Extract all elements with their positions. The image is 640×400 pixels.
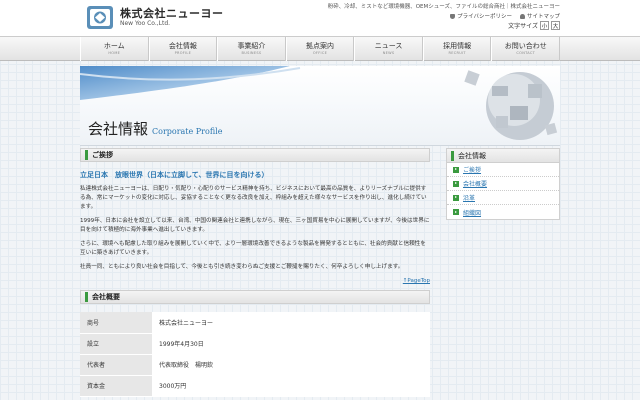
sidebar-item-overview[interactable]: 会社概要	[447, 177, 559, 191]
nav-label: 拠点案内	[306, 42, 335, 50]
row-key: 資本金	[80, 375, 152, 397]
section-bar-icon	[85, 150, 88, 160]
arrow-right-icon	[453, 166, 459, 173]
font-size-small-button[interactable]: 小	[540, 21, 549, 30]
sidebar-item-greeting[interactable]: ご挨拶	[447, 163, 559, 177]
greeting-paragraph: 社員一同、ともにより良い社会を目指して、今後とも引き続き変わらぬご支援とご鞭撻を…	[80, 264, 404, 270]
row-value: 1999年4月30日	[152, 333, 430, 355]
sidebar-item-label: 沿革	[463, 195, 476, 202]
nav-sublabel: BUSINESS	[241, 51, 262, 55]
section-bar-icon	[85, 292, 88, 302]
section-header-overview: 会社概要	[80, 290, 430, 304]
nav-sublabel: HOME	[108, 51, 121, 55]
arrow-right-icon	[453, 180, 459, 187]
shield-icon	[450, 13, 456, 19]
nav-label: ホーム	[103, 42, 125, 50]
greeting-paragraph: 1999年、日本に会社を設立して以来、台湾、中国の関連会社と連携しながら、現在、…	[80, 218, 430, 233]
sidebar-item-label: 会社概要	[463, 181, 488, 188]
section-title: ご挨拶	[92, 151, 113, 159]
sidebar: 会社情報 ご挨拶 会社概要 沿革 組織図	[446, 148, 560, 220]
nav-label: お問い合わせ	[504, 42, 547, 50]
section-title: 会社概要	[92, 293, 120, 301]
site-tagline: 粉砕、冷却、ミストなど環境機器、OEMシューズ、ファイルの総合商社｜株式会社ニュ…	[327, 4, 560, 10]
arrow-right-icon	[453, 209, 459, 215]
font-size-large-button[interactable]: 大	[551, 21, 560, 30]
sitemap-link[interactable]: サイトマップ	[519, 12, 560, 20]
site-header: 株式会社ニューヨー New Yoo Co.,Ltd. 粉砕、冷却、ミストなど環境…	[0, 0, 640, 36]
global-nav: ホーム HOME 会社情報 PROFILE 事業紹介 BUSINESS 拠点案内 OFF…	[0, 36, 640, 61]
greeting-paragraph: 私達株式会社ニューヨーは、日配り・気配り・心配りのサービス精神を持ち、ビジネスに…	[80, 186, 427, 210]
table-row: 資本金 3000万円	[80, 375, 430, 397]
nav-label: ニュース	[374, 42, 403, 50]
table-row: 設立 1999年4月30日	[80, 333, 430, 355]
greeting-paragraph: さらに、環境へも配慮した取り組みを展開していく中で、より一層環境改善できるような…	[80, 241, 426, 256]
privacy-label: プライバシーポリシー	[457, 14, 512, 20]
sidebar-item-label: 組織図	[463, 209, 482, 217]
logo-mark-icon	[87, 6, 113, 29]
page-subtitle: Corporate Profile	[152, 127, 223, 136]
page-title: 会社情報	[88, 120, 149, 138]
nav-label: 事業紹介	[237, 42, 266, 50]
nav-sublabel: NEWS	[382, 51, 395, 55]
section-header-greeting: ご挨拶	[80, 148, 430, 162]
sitemap-label: サイトマップ	[526, 14, 560, 20]
nav-item-recruit[interactable]: 採用情報 RECRUIT	[422, 37, 492, 61]
row-value: 代表取締役 楊明欽	[152, 354, 430, 376]
font-size-control: 文字サイズ 小 大	[508, 21, 560, 30]
sidebar-item-history[interactable]: 沿革	[447, 191, 559, 205]
privacy-link[interactable]: プライバシーポリシー	[450, 12, 512, 20]
section-bar-icon	[451, 150, 454, 161]
nav-item-contact[interactable]: お問い合わせ CONTACT	[491, 37, 561, 61]
sidebar-header: 会社情報	[447, 149, 559, 163]
table-row: 商号 株式会社ニューヨー	[80, 312, 430, 334]
nav-item-home[interactable]: ホーム HOME	[80, 37, 149, 61]
row-key: 設立	[80, 333, 152, 355]
company-name-en: New Yoo Co.,Ltd.	[120, 20, 171, 27]
puzzle-sphere-icon	[464, 70, 558, 140]
nav-item-profile[interactable]: 会社情報 PROFILE	[148, 37, 218, 61]
nav-item-office[interactable]: 拠点案内 OFFICE	[285, 37, 355, 61]
sitemap-icon	[519, 13, 525, 19]
page-banner: 会社情報 Corporate Profile	[80, 66, 560, 146]
row-key: 代表者	[80, 354, 152, 376]
nav-label: 採用情報	[443, 42, 472, 50]
nav-sublabel: PROFILE	[174, 51, 192, 55]
company-overview-table: 商号 株式会社ニューヨー 設立 1999年4月30日 代表者 代表取締役 楊明欽 資本…	[80, 312, 430, 397]
row-value: 株式会社ニューヨー	[152, 312, 430, 334]
sidebar-title: 会社情報	[458, 151, 486, 160]
row-value: 3000万円	[152, 375, 430, 397]
company-logo[interactable]: 株式会社ニューヨー New Yoo Co.,Ltd.	[86, 5, 224, 30]
main-content: ご挨拶 立足日本 放眼世界（日本に立脚して、世界に目を向ける） 私達株式会社ニュ…	[80, 148, 430, 397]
sidebar-item-org-chart[interactable]: 組織図	[447, 205, 559, 219]
pagetop-link[interactable]: ↑PageTop	[80, 278, 430, 284]
nav-sublabel: CONTACT	[516, 51, 536, 55]
nav-label: 会社情報	[168, 42, 197, 50]
nav-item-news[interactable]: ニュース NEWS	[354, 37, 423, 61]
sidebar-item-label: ご挨拶	[463, 167, 482, 174]
nav-sublabel: OFFICE	[312, 51, 328, 55]
nav-sublabel: RECRUIT	[448, 51, 466, 55]
greeting-lead: 立足日本 放眼世界（日本に立脚して、世界に目を向ける）	[80, 171, 269, 179]
table-row: 代表者 代表取締役 楊明欽	[80, 354, 430, 376]
font-size-label: 文字サイズ	[508, 23, 538, 30]
arrow-right-icon	[453, 194, 459, 201]
row-key: 商号	[80, 312, 152, 334]
nav-item-business[interactable]: 事業紹介 BUSINESS	[217, 37, 286, 61]
company-name-jp: 株式会社ニューヨー	[120, 7, 224, 20]
